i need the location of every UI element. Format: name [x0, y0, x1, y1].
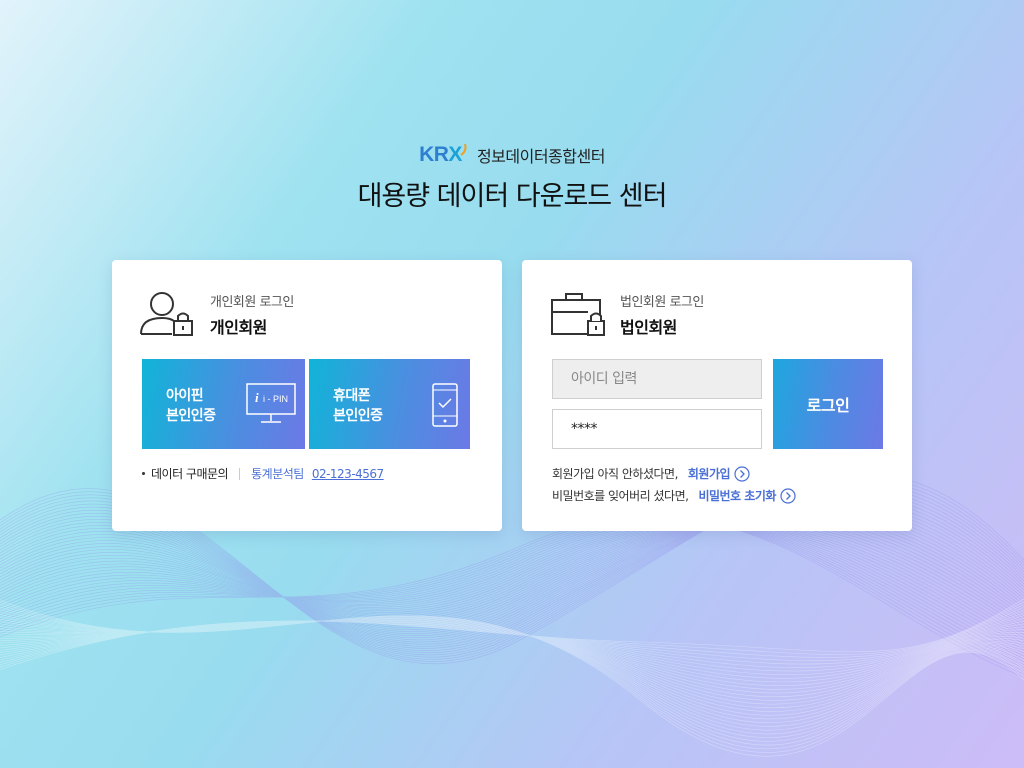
person-lock-icon	[140, 292, 193, 336]
signup-link[interactable]: 회원가입	[688, 465, 750, 482]
password-reset-link[interactable]: 비밀번호 초기화	[698, 487, 796, 504]
phone-label-line1: 휴대폰	[333, 388, 371, 404]
ipin-label-line1: 아이핀	[166, 388, 204, 404]
krx-logo: KRX	[419, 143, 469, 167]
corporate-card-subtitle: 법인회원 로그인	[620, 294, 704, 310]
divider	[239, 467, 241, 480]
brand: KRX 정보데이터종합센터	[419, 140, 605, 170]
ipin-label-line2: 본인인증	[166, 408, 216, 424]
inquiry-team: 통계분석팀	[251, 467, 304, 481]
brand-subtitle: 정보데이터종합센터	[476, 147, 605, 166]
password-input[interactable]	[552, 409, 762, 449]
login-button[interactable]: 로그인	[773, 359, 883, 449]
personal-card-title: 개인회원	[210, 317, 267, 337]
corporate-card-title: 법인회원	[620, 317, 677, 337]
phone-label-line2: 본인인증	[333, 408, 383, 424]
bullet-icon	[142, 472, 145, 475]
page-header: KRX 정보데이터종합센터 대용량 데이터 다운로드 센터	[0, 140, 1024, 213]
corporate-card-header: 법인회원 로그인 법인회원	[550, 290, 704, 338]
reset-help-text: 비밀번호를 잊어버리 셨다면,	[552, 489, 689, 503]
ipin-auth-button[interactable]: 아이핀 본인인증 i i - PIN	[142, 359, 305, 449]
smartphone-check-icon	[432, 383, 458, 427]
signup-help: 회원가입 아직 안하셨다면, 회원가입	[552, 465, 750, 482]
personal-card-subtitle: 개인회원 로그인	[210, 294, 294, 310]
inquiry-label: 데이터 구매문의	[151, 467, 229, 481]
svg-text:i: i	[255, 390, 259, 405]
ipin-icon-text: i - PIN	[263, 394, 288, 404]
page-title: 대용량 데이터 다운로드 센터	[357, 181, 668, 212]
reset-link-label: 비밀번호 초기화	[698, 489, 776, 503]
purchase-inquiry: 데이터 구매문의 통계분석팀 02-123-4567	[142, 465, 384, 482]
chevron-right-circle-icon	[734, 465, 750, 482]
inquiry-phone-link[interactable]: 02-123-4567	[312, 467, 384, 481]
chevron-right-circle-icon	[780, 487, 796, 504]
signup-link-label: 회원가입	[687, 467, 731, 481]
briefcase-lock-icon	[551, 293, 605, 336]
signup-help-text: 회원가입 아직 안하셨다면,	[552, 467, 678, 481]
phone-auth-button[interactable]: 휴대폰 본인인증	[309, 359, 470, 449]
ipin-monitor-icon: i i - PIN	[246, 383, 296, 423]
corporate-login-card: 법인회원 로그인 법인회원 로그인 회원가입 아직 안하셨다면, 회원가입 비밀…	[522, 260, 912, 531]
personal-card-header: 개인회원 로그인 개인회원	[140, 290, 294, 338]
user-id-input[interactable]	[552, 359, 762, 399]
password-reset-help: 비밀번호를 잊어버리 셨다면, 비밀번호 초기화	[552, 487, 796, 504]
personal-login-card: 개인회원 로그인 개인회원 아이핀 본인인증 i i - PIN 휴대폰 본인인…	[112, 260, 502, 531]
